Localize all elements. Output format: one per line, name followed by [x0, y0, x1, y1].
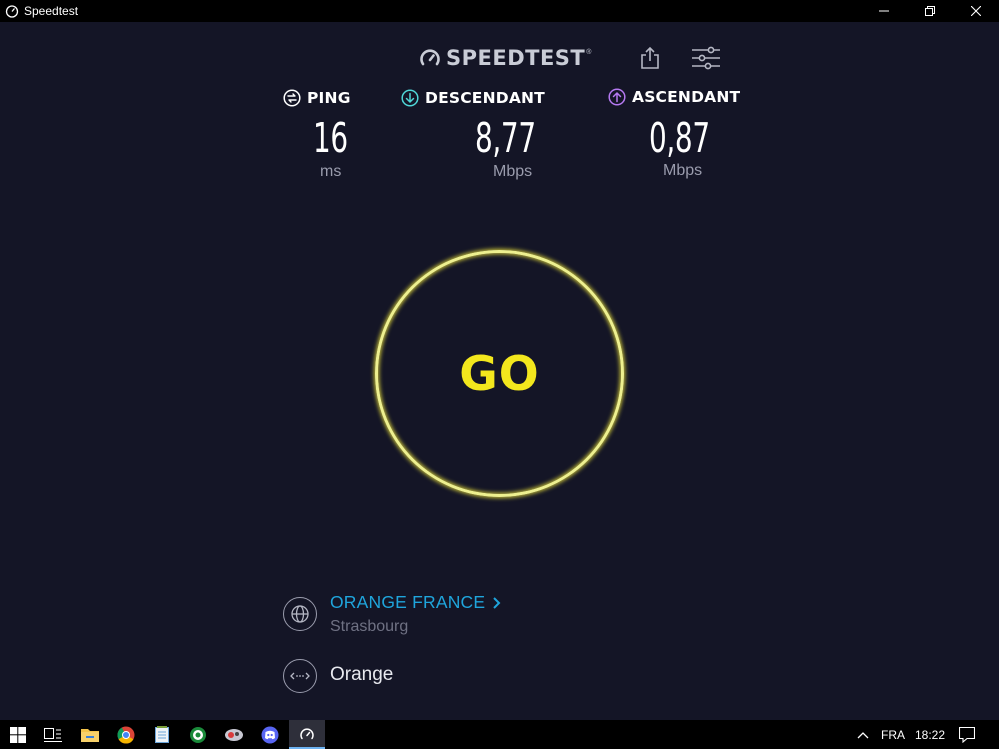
- ping-stat: PING: [283, 87, 351, 109]
- ping-label: PING: [307, 89, 351, 107]
- clock[interactable]: 18:22: [915, 728, 945, 742]
- start-button[interactable]: [0, 720, 36, 749]
- notepad-icon: [154, 726, 169, 743]
- file-explorer-icon: [81, 729, 99, 742]
- window-title: Speedtest: [24, 4, 79, 18]
- connection-icon: [290, 672, 310, 680]
- language-indicator[interactable]: FRA: [881, 728, 905, 742]
- globe-icon-wrapper: [283, 597, 317, 631]
- task-view-icon: [44, 727, 62, 742]
- speedtest-taskbar-icon: [300, 728, 314, 739]
- go-button-wrapper: GO: [375, 250, 624, 497]
- download-stat: DESCENDANT: [401, 87, 545, 109]
- restore-button[interactable]: [907, 0, 953, 22]
- ping-icon: [283, 89, 301, 107]
- taskbar: FRA 18:22: [0, 720, 999, 749]
- game-app-button[interactable]: [216, 720, 252, 749]
- upload-unit: Mbps: [663, 162, 703, 179]
- connection-icon-wrapper: [283, 659, 317, 693]
- restore-icon: [925, 6, 935, 16]
- minimize-icon: [879, 10, 889, 12]
- speedometer-logo-icon: [420, 49, 440, 66]
- logo-registered-mark: ®: [586, 49, 592, 56]
- minimize-button[interactable]: [861, 0, 907, 22]
- download-value: 8,77: [475, 114, 536, 162]
- download-label: DESCENDANT: [425, 89, 545, 107]
- notification-icon: [959, 726, 975, 743]
- sliders-icon: [692, 46, 720, 70]
- discord-button[interactable]: [252, 720, 288, 749]
- upload-label: ASCENDANT: [632, 88, 741, 106]
- game-app-icon: [225, 728, 243, 741]
- tray-overflow-button[interactable]: [850, 720, 876, 749]
- upload-value: 0,87: [649, 114, 710, 162]
- chrome-icon: [117, 726, 135, 744]
- window-controls: [861, 0, 999, 22]
- upload-stat: ASCENDANT: [608, 86, 740, 108]
- ping-value: 16: [313, 114, 348, 162]
- download-unit: Mbps: [493, 163, 533, 180]
- green-app-button[interactable]: [180, 720, 216, 749]
- ping-unit: ms: [320, 163, 342, 180]
- chrome-button[interactable]: [108, 720, 144, 749]
- speedtest-logo: SPEEDTEST ®: [419, 46, 591, 70]
- task-view-button[interactable]: [36, 720, 70, 749]
- share-icon: [641, 46, 659, 69]
- isp-name[interactable]: ORANGE FRANCE: [330, 592, 503, 613]
- settings-button[interactable]: [690, 43, 722, 73]
- server-selector[interactable]: ORANGE FRANCE Strasbourg: [283, 592, 503, 636]
- file-explorer-button[interactable]: [72, 720, 108, 749]
- notification-button[interactable]: [955, 720, 979, 749]
- go-label: GO: [459, 347, 540, 402]
- speedtest-taskbar-button[interactable]: [289, 720, 325, 749]
- discord-icon: [261, 726, 279, 743]
- close-icon: [971, 6, 981, 16]
- isp-name-text: ORANGE FRANCE: [330, 592, 486, 612]
- speedometer-icon: [5, 5, 19, 18]
- green-app-icon: [190, 726, 206, 743]
- chevron-right-icon: [493, 596, 501, 609]
- upload-arrow-icon: [608, 88, 626, 106]
- speedtest-app: SPEEDTEST ® PING 16 ms DESCENDANT 8,77 M…: [0, 22, 999, 720]
- download-arrow-icon: [401, 89, 419, 107]
- chevron-up-icon: [857, 731, 869, 738]
- server-location: Strasbourg: [330, 618, 409, 635]
- close-button[interactable]: [953, 0, 999, 22]
- notepad-button[interactable]: [144, 720, 180, 749]
- logo-text: SPEEDTEST: [446, 46, 586, 70]
- title-bar: Speedtest: [0, 0, 999, 22]
- windows-start-icon: [10, 726, 26, 743]
- globe-icon: [291, 605, 309, 623]
- share-button[interactable]: [635, 43, 665, 73]
- provider-name: Orange: [330, 664, 394, 685]
- go-button[interactable]: GO: [375, 250, 624, 497]
- provider-row: Orange: [283, 659, 393, 693]
